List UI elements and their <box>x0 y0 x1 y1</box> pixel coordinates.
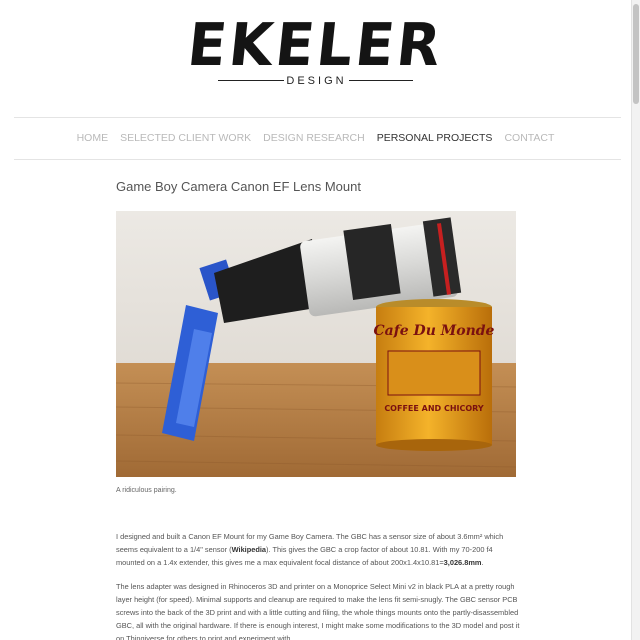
post-image-illustration: Cafe Du Monde COFFEE AND CHICORY <box>116 211 516 477</box>
image-caption: A ridiculous pairing. <box>116 487 177 494</box>
post-image[interactable]: Cafe Du Monde COFFEE AND CHICORY <box>116 211 516 477</box>
logo-wordmark[interactable]: EKELER <box>184 11 446 79</box>
main-nav: HOME SELECTED CLIENT WORK DESIGN RESEARC… <box>0 117 631 159</box>
logo-tagline-row: DESIGN <box>0 71 631 91</box>
post-title: Game Boy Camera Canon EF Lens Mount <box>116 179 361 194</box>
scrollbar-thumb[interactable] <box>633 4 639 104</box>
nav-home[interactable]: HOME <box>71 117 115 159</box>
logo-rule-right <box>349 80 413 81</box>
can-label-product: COFFEE AND CHICORY <box>384 404 484 413</box>
p1-focal-distance: 3,026.8mm <box>443 558 482 567</box>
page: EKELER DESIGN HOME SELECTED CLIENT WORK … <box>0 0 631 640</box>
post-paragraph-1: I designed and built a Canon EF Mount fo… <box>116 530 520 569</box>
can-label-brand: Cafe Du Monde <box>374 323 495 339</box>
nav-divider-bottom <box>14 159 621 160</box>
logo-rule-left <box>218 80 284 81</box>
post-paragraph-2: The lens adapter was designed in Rhinoce… <box>116 582 520 640</box>
p1-text-3: . <box>481 558 484 567</box>
wikipedia-link[interactable]: Wikipedia <box>232 545 266 554</box>
site-logo[interactable]: EKELER <box>0 11 631 79</box>
nav-personal-projects[interactable]: PERSONAL PROJECTS <box>371 117 499 159</box>
vertical-scrollbar[interactable] <box>631 0 640 640</box>
nav-selected-client-work[interactable]: SELECTED CLIENT WORK <box>114 117 257 159</box>
nav-design-research[interactable]: DESIGN RESEARCH <box>257 117 371 159</box>
nav-contact[interactable]: CONTACT <box>498 117 560 159</box>
logo-tagline: DESIGN <box>286 75 347 87</box>
